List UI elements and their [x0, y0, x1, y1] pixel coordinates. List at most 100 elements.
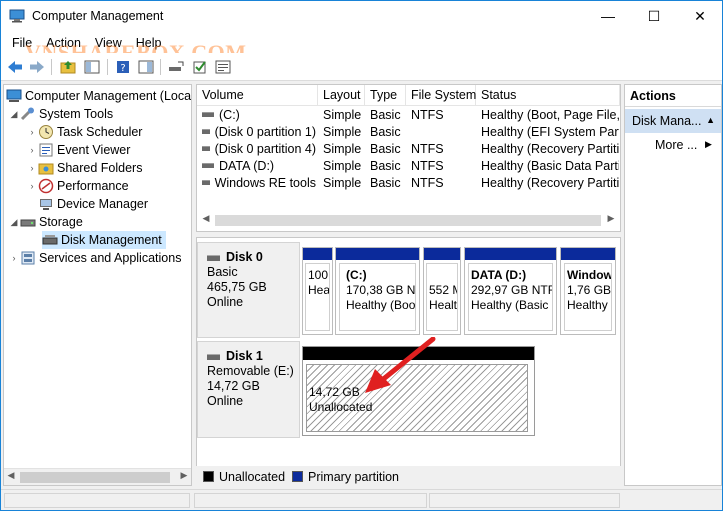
maximize-button[interactable]: ☐ [631, 1, 677, 31]
table-cell-type: Basic [370, 158, 401, 173]
table-cell-type: Basic [370, 175, 401, 190]
disk-icon [207, 353, 220, 360]
close-button[interactable]: ✕ [677, 1, 723, 31]
computer-management-icon [9, 9, 25, 23]
menu-view[interactable]: View [88, 36, 129, 50]
table-cell-file-system: NTFS [411, 175, 444, 190]
volume-list: Volume Layout Type File System Status (C… [196, 84, 621, 232]
tree-item-root[interactable]: Computer Management (Local [6, 87, 192, 105]
tree-item-services-and-applications[interactable]: › Services and Applications [8, 249, 182, 267]
computer-management-window: Computer Management — ☐ ✕ File Action Vi… [0, 0, 723, 511]
disk-1-unallocated-space[interactable]: 14,72 GB Unallocated [302, 346, 535, 436]
disk-0-partition-d[interactable]: DATA (D:) 292,97 GB NTF Healthy (Basic [464, 247, 557, 335]
volume-icon [202, 112, 214, 117]
tree-item-disk-management[interactable]: Disk Management [42, 231, 166, 249]
toolbar: ? [1, 53, 722, 81]
scrollbar-thumb[interactable] [20, 472, 170, 483]
column-header-status[interactable]: Status [476, 85, 620, 106]
column-header-file-system[interactable]: File System [406, 85, 476, 106]
scroll-right-icon[interactable]: ▶ [604, 213, 618, 224]
chevron-right-icon[interactable]: › [26, 163, 38, 173]
show-hide-tree-icon[interactable] [83, 58, 101, 76]
scrollbar-thumb[interactable] [215, 215, 601, 226]
table-cell-type: Basic [370, 107, 401, 122]
table-row-volume[interactable]: (C:) [202, 106, 316, 123]
tree-item-device-manager[interactable]: Device Manager [38, 195, 148, 213]
chevron-down-icon[interactable]: ◢ [8, 217, 20, 228]
tools-icon [20, 106, 36, 122]
minimize-button[interactable]: — [585, 1, 631, 31]
column-header-type[interactable]: Type [365, 85, 406, 106]
table-cell-status: Healthy (Recovery Partitio [481, 175, 619, 190]
tree-item-task-scheduler[interactable]: › Task Scheduler [26, 123, 142, 141]
disk-1-label[interactable]: Disk 1 Removable (E:) 14,72 GB Online [197, 341, 300, 438]
table-cell-type: Basic [370, 141, 401, 156]
table-cell-file-system: NTFS [411, 141, 444, 156]
volume-icon [202, 180, 210, 185]
scroll-left-icon[interactable]: ◀ [4, 470, 18, 481]
table-row-volume[interactable]: (Disk 0 partition 4) [202, 140, 316, 157]
table-cell-file-system: NTFS [411, 158, 444, 173]
chevron-down-icon[interactable]: ◢ [8, 109, 20, 120]
disk-0-partition-4[interactable]: 552 MHealt [423, 247, 461, 335]
tree-horizontal-scrollbar[interactable]: ◀ ▶ [4, 468, 191, 485]
table-row-volume[interactable]: DATA (D:) [202, 157, 316, 174]
forward-arrow-icon[interactable] [28, 58, 46, 76]
tree-item-event-viewer[interactable]: › Event Viewer [26, 141, 131, 159]
table-cell-layout: Simple [323, 107, 362, 122]
scroll-left-icon[interactable]: ◀ [199, 213, 213, 224]
table-cell-layout: Simple [323, 158, 362, 173]
legend-swatch-primary [292, 471, 304, 482]
actions-section-disk-management[interactable]: Disk Mana... ▲ [625, 109, 721, 133]
event-viewer-icon [38, 142, 54, 158]
table-row-volume[interactable]: Windows RE tools [202, 174, 316, 191]
table-cell-status: Healthy (Basic Data Partiti [481, 158, 619, 173]
more-actions-link[interactable]: More ... ▶ [655, 138, 712, 152]
properties-panel-icon[interactable] [137, 58, 155, 76]
console-tree: Computer Management (Local ◢ System Tool… [3, 84, 192, 486]
status-cell [429, 493, 620, 508]
tree-item-system-tools[interactable]: ◢ System Tools [8, 105, 114, 123]
back-arrow-icon[interactable] [6, 58, 24, 76]
device-manager-icon [38, 196, 54, 212]
tree-root-label: Computer Management (Local [25, 89, 192, 103]
tree-item-shared-folders[interactable]: › Shared Folders [26, 159, 143, 177]
chevron-right-icon: ▶ [705, 139, 712, 149]
disk-0-partition-1[interactable]: 100 Hea [302, 247, 333, 335]
status-bar [1, 489, 722, 510]
tree-item-performance[interactable]: › Performance [26, 177, 129, 195]
computer-management-icon [6, 88, 22, 104]
list-view-icon[interactable] [214, 58, 232, 76]
collapse-up-icon[interactable]: ▲ [706, 115, 715, 125]
table-cell-status: Healthy (Recovery Partitio [481, 141, 619, 156]
legend-swatch-unallocated [203, 471, 214, 482]
table-row-volume[interactable]: (Disk 0 partition 1) [202, 123, 316, 140]
column-header-volume[interactable]: Volume [197, 85, 318, 106]
disk-0-partition-windows-re[interactable]: Window 1,76 GB Healthy [560, 247, 616, 335]
disk-icon [207, 254, 220, 261]
chevron-right-icon[interactable]: › [26, 145, 38, 155]
up-folder-icon[interactable] [59, 58, 77, 76]
legend: Unallocated Primary partition [196, 466, 621, 487]
shared-folder-icon [38, 160, 54, 176]
services-icon [20, 250, 36, 266]
connect-drive-icon[interactable] [167, 58, 185, 76]
checklist-icon[interactable] [191, 58, 209, 76]
disk-0-partition-c[interactable]: (C:)170,38 GB NTFHealthy (Boot [335, 247, 420, 335]
chevron-right-icon[interactable]: › [26, 127, 38, 137]
menu-file[interactable]: File [5, 36, 39, 50]
menu-action[interactable]: Action [39, 36, 88, 50]
legend-label-primary: Primary partition [308, 469, 400, 484]
scroll-right-icon[interactable]: ▶ [177, 470, 191, 481]
chevron-right-icon[interactable]: › [8, 253, 20, 263]
chevron-right-icon[interactable]: › [26, 181, 38, 191]
tree-item-storage[interactable]: ◢ Storage [8, 213, 83, 231]
performance-icon [38, 178, 54, 194]
svg-text:?: ? [120, 63, 125, 74]
column-header-layout[interactable]: Layout [318, 85, 365, 106]
volume-list-horizontal-scrollbar[interactable]: ◀ ▶ [197, 212, 620, 229]
table-cell-status: Healthy (Boot, Page File, C [481, 107, 619, 122]
menu-help[interactable]: Help [129, 36, 169, 50]
help-icon[interactable]: ? [114, 58, 132, 76]
disk-0-label[interactable]: Disk 0 Basic 465,75 GB Online [197, 242, 300, 338]
